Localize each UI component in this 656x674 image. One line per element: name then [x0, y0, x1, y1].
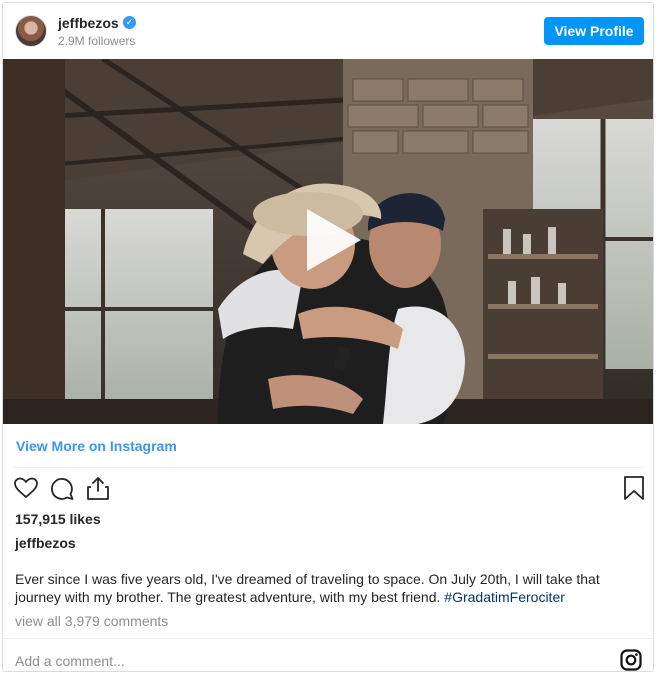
divider — [3, 638, 653, 639]
comment-icon[interactable] — [49, 475, 75, 501]
username[interactable]: jeffbezos — [58, 15, 119, 31]
share-icon[interactable] — [85, 475, 111, 501]
post-header: jeffbezos ✓ 2.9M followers View Profile — [3, 3, 653, 59]
video-player[interactable] — [3, 59, 653, 424]
caption-username[interactable]: jeffbezos — [15, 535, 76, 551]
action-bar — [3, 475, 653, 505]
view-profile-button[interactable]: View Profile — [544, 17, 644, 45]
bookmark-icon[interactable] — [621, 475, 647, 501]
instagram-logo-icon[interactable] — [620, 649, 642, 671]
follower-count: 2.9M followers — [58, 34, 136, 48]
verified-badge-icon: ✓ — [123, 16, 136, 29]
view-more-link[interactable]: View More on Instagram — [16, 438, 177, 454]
play-icon[interactable] — [301, 205, 365, 275]
avatar[interactable] — [15, 15, 47, 47]
hashtag-link[interactable]: #GradatimFerociter — [444, 589, 565, 605]
divider — [13, 467, 645, 468]
add-comment-input[interactable]: Add a comment... — [15, 653, 125, 669]
caption: Ever since I was five years old, I've dr… — [15, 570, 645, 606]
like-count[interactable]: 157,915 likes — [15, 511, 101, 527]
heart-icon[interactable] — [13, 475, 39, 501]
view-all-comments-link[interactable]: view all 3,979 comments — [15, 613, 168, 629]
instagram-embed-card: jeffbezos ✓ 2.9M followers View Profile — [2, 2, 654, 672]
